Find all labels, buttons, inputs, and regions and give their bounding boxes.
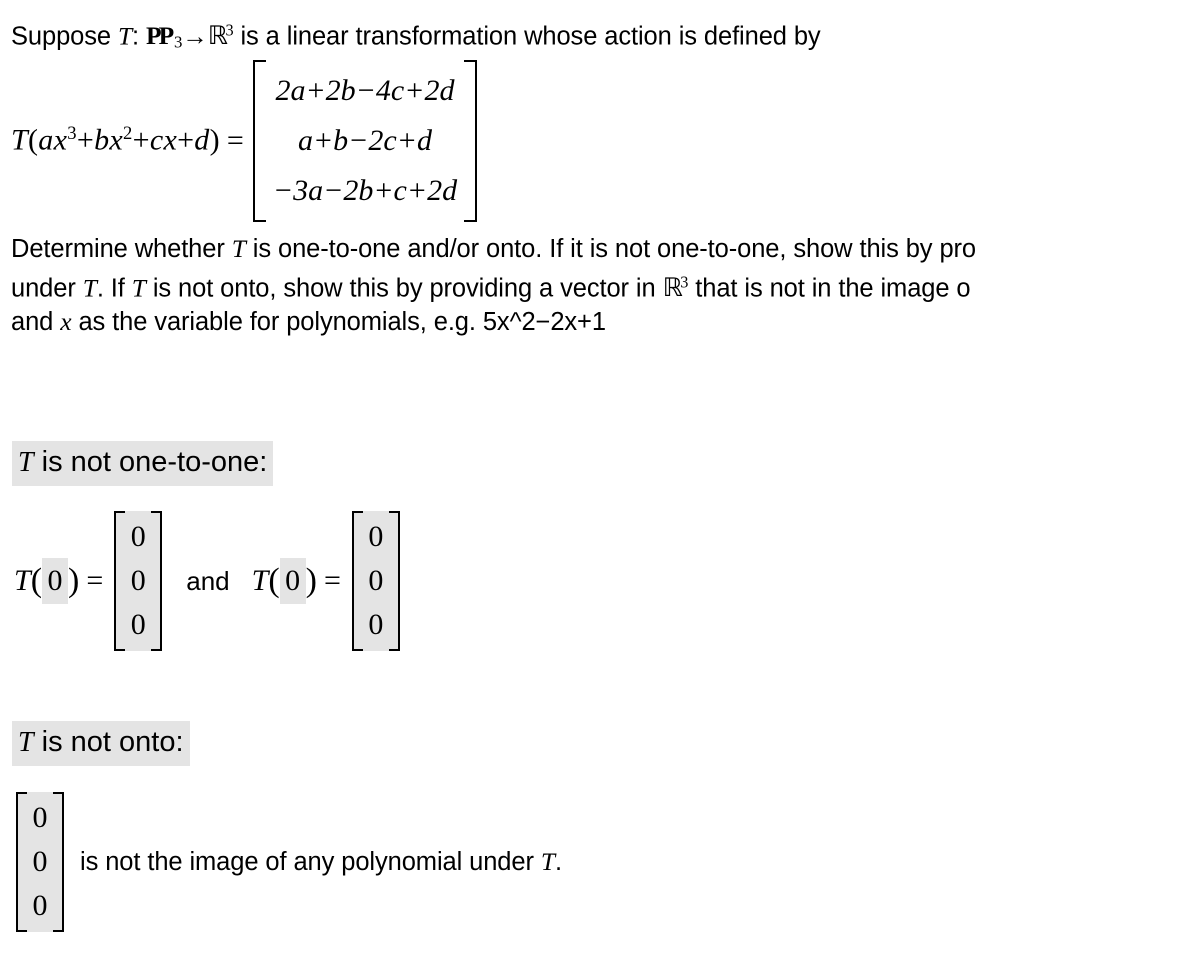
onto-counterexample-vector[interactable]: 0 0 0 — [16, 792, 64, 932]
lhs-T: T — [11, 123, 28, 157]
instructions-line-3: and x as the variable for polynomials, e… — [11, 305, 1200, 339]
codomain-glyph: ℝ — [207, 21, 228, 51]
kernel-first-close-paren: ) — [68, 562, 80, 599]
definition-lhs: T(ax3+bx2+cx+d) — [11, 123, 220, 157]
onto-sentence-a: is not the image of any polynomial under — [80, 848, 541, 876]
math-exercise-page: Suppose T: PP3→ℝ3 is a linear transforma… — [0, 0, 1200, 974]
onto-answer-row: 0 0 0 is not the image of any polynomial… — [14, 787, 562, 937]
instructions-line-1-b: is one-to-one and/or onto. If it is not … — [245, 235, 976, 263]
heading-not-one-to-one: T is not one-to-one: — [12, 441, 274, 486]
lhs-plus-3: + — [177, 123, 195, 157]
vector-left-bracket — [351, 511, 363, 651]
instructions-line-2-c: is not onto, show this by providing a ve… — [145, 274, 663, 303]
heading-one-to-one-T: T — [18, 447, 34, 478]
statement-prefix: Suppose — [11, 22, 118, 51]
matrix-row-1: 2a+2b−4c+2d — [275, 73, 455, 107]
lhs-plus-1: + — [76, 123, 95, 157]
domain-glyph-stem: P — [158, 21, 175, 51]
kernel-second-close-paren: ) — [305, 562, 317, 599]
kernel-conjunction: and — [186, 565, 230, 596]
heading-not-onto: T is not onto: — [12, 721, 190, 766]
kernel-answer-row: T(0) = 0 0 0 and T(0) = 0 0 0 — [14, 506, 402, 656]
lhs-term-c: cx — [149, 123, 178, 157]
onto-explanation-sentence: is not the image of any polynomial under… — [80, 845, 562, 879]
instructions-codomain-symbol: ℝ3 — [663, 273, 689, 302]
kernel-first-result-vector[interactable]: 0 0 0 — [114, 511, 163, 651]
vector-right-bracket — [388, 511, 400, 651]
polynomial-input-first[interactable]: 0 — [42, 558, 69, 604]
lhs-plus-2: + — [132, 123, 150, 157]
definition-equals-sign: = — [226, 123, 244, 157]
instructions-codomain-glyph: ℝ — [662, 273, 683, 303]
instructions-line-1-T: T — [231, 234, 246, 263]
matrix-row-2: a+b−2c+d — [297, 123, 432, 157]
kernel-first-open-paren: ( — [30, 562, 43, 599]
heading-one-to-one-text: is not one-to-one: — [33, 446, 268, 478]
lhs-term-b: bx — [94, 123, 123, 157]
instructions-paragraph: Determine whether T is one-to-one and/or… — [11, 232, 1200, 339]
instructions-line-2-T1: T — [82, 273, 97, 303]
vector-right-bracket — [151, 511, 163, 651]
heading-onto-text: is not onto: — [33, 726, 184, 758]
instructions-line-2-a: under — [11, 274, 83, 303]
lhs-term-b-exponent: 2 — [122, 123, 133, 145]
vector-right-bracket — [53, 792, 64, 932]
matrix-left-bracket — [252, 59, 266, 222]
instructions-line-2-b: . If — [96, 274, 132, 303]
instructions-line-3-a: and — [11, 308, 61, 337]
polynomial-input-second[interactable]: 0 — [279, 558, 306, 604]
vector-left-bracket — [114, 511, 126, 651]
definition-equation: T(ax3+bx2+cx+d) = 2a+2b−4c+2d a+b−2c+d −… — [11, 59, 478, 222]
instructions-line-1: Determine whether T is one-to-one and/or… — [11, 232, 1200, 266]
lhs-term-a-exponent: 3 — [67, 123, 77, 145]
kernel-expression-second: T(0) = — [252, 558, 350, 604]
lhs-close-paren: ) — [209, 123, 220, 157]
kernel-first-equals: = — [86, 564, 104, 597]
kernel-second-result-vector[interactable]: 0 0 0 — [351, 511, 400, 651]
statement-suffix: is a linear transformation whose action … — [233, 22, 821, 51]
onto-sentence-T: T — [540, 847, 555, 876]
kernel-second-equals: = — [324, 564, 341, 597]
problem-statement: Suppose T: PP3→ℝ3 is a linear transforma… — [11, 14, 821, 60]
instructions-line-2: under T. If T is not onto, show this by … — [11, 266, 1200, 305]
transformation-symbol: T — [117, 21, 133, 51]
instructions-line-3-b: as the variable for polynomials, e.g. 5x… — [71, 308, 606, 337]
instructions-line-2-T2: T — [131, 273, 146, 303]
arrow-glyph: → — [182, 21, 208, 51]
matrix-row-3: −3a−2b+c+2d — [272, 173, 458, 207]
kernel-second-T: T — [251, 564, 269, 597]
vector-left-bracket — [16, 792, 27, 932]
kernel-first-T: T — [14, 564, 31, 597]
heading-onto-T: T — [18, 727, 34, 758]
lhs-open-paren: ( — [28, 123, 39, 157]
instructions-line-3-x: x — [60, 307, 72, 337]
kernel-expression-first: T(0) = — [14, 558, 112, 604]
codomain-superscript: 3 — [225, 21, 234, 40]
definition-result-matrix: 2a+2b−4c+2d a+b−2c+d −3a−2b+c+2d — [252, 59, 478, 222]
lhs-term-d: d — [194, 123, 210, 157]
instructions-line-2-d: that is not in the image o — [688, 274, 971, 303]
lhs-term-a: ax — [38, 123, 68, 157]
domain-glyph: P — [146, 21, 161, 51]
codomain-symbol: ℝ3 — [208, 21, 234, 50]
kernel-second-open-paren: ( — [268, 562, 280, 599]
statement-colon: : — [132, 22, 147, 51]
instructions-line-1-a: Determine whether — [11, 235, 232, 263]
onto-sentence-period: . — [554, 848, 562, 876]
matrix-right-bracket — [464, 59, 478, 222]
domain-symbol: PP3 — [146, 21, 182, 52]
